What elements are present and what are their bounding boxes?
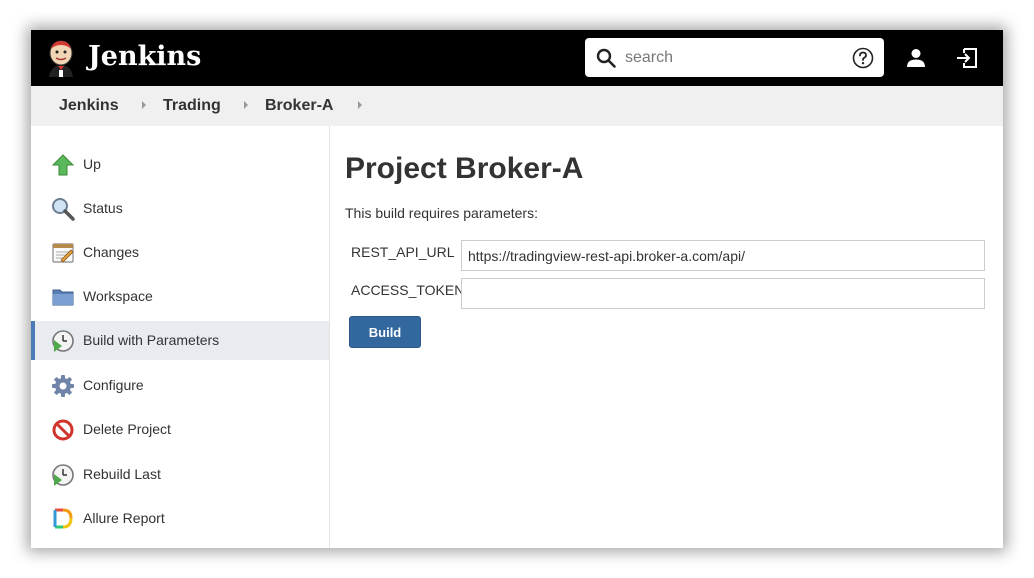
sidebar-item-allure-report[interactable]: Allure Report: [31, 499, 329, 538]
sidebar-item-label: Status: [83, 200, 123, 216]
sidebar-item-changes[interactable]: Changes: [31, 233, 329, 272]
breadcrumb: Jenkins Trading Broker-A: [31, 86, 1003, 126]
clock-play-icon: [52, 330, 74, 352]
sidebar-item-build-with-parameters[interactable]: Build with Parameters: [31, 321, 329, 360]
clock-play-icon: [52, 464, 74, 486]
gear-icon: [52, 375, 74, 397]
magnifier-icon: [52, 198, 75, 221]
breadcrumb-item-trading[interactable]: Trading: [163, 96, 221, 116]
sidebar-item-label: Allure Report: [83, 510, 165, 526]
sidebar-item-up[interactable]: Up: [31, 145, 329, 184]
sidebar-item-label: Rebuild Last: [83, 466, 161, 482]
sidebar-item-configure[interactable]: Configure: [31, 366, 329, 405]
jenkins-logo-icon[interactable]: [45, 39, 77, 77]
breadcrumb-separator-icon[interactable]: [244, 101, 248, 109]
breadcrumb-separator-icon[interactable]: [142, 101, 146, 109]
up-arrow-icon: [51, 154, 75, 176]
breadcrumb-item-broker-a[interactable]: Broker-A: [265, 96, 333, 116]
param-label-rest-api-url: REST_API_URL: [351, 244, 455, 260]
brand-name[interactable]: Jenkins: [88, 39, 201, 75]
sidebar-item-label: Up: [83, 156, 101, 172]
no-entry-icon: [52, 419, 74, 441]
search-icon: [596, 48, 616, 68]
search-input[interactable]: [625, 45, 835, 71]
notepad-icon: [52, 243, 74, 263]
help-icon[interactable]: [852, 47, 874, 69]
sidebar-item-status[interactable]: Status: [31, 189, 329, 228]
sidebar-item-label: Workspace: [83, 288, 153, 304]
sidebar-item-label: Build with Parameters: [83, 332, 220, 348]
sidebar-item-workspace[interactable]: Workspace: [31, 277, 329, 316]
parameters-description: This build requires parameters:: [345, 205, 538, 221]
main-content: Project Broker-A This build requires par…: [330, 126, 1003, 548]
breadcrumb-item-jenkins[interactable]: Jenkins: [59, 96, 119, 116]
search-box: [585, 38, 884, 77]
page-header: Jenkins: [31, 30, 1003, 86]
allure-icon: [53, 508, 73, 529]
folder-icon: [52, 289, 74, 306]
sidebar-item-delete-project[interactable]: Delete Project: [31, 410, 329, 449]
sidebar: Up Status Changes Workspace Build with P…: [31, 126, 330, 548]
breadcrumb-separator-icon[interactable]: [358, 101, 362, 109]
sidebar-item-rebuild-last[interactable]: Rebuild Last: [31, 455, 329, 494]
page-title: Project Broker-A: [345, 152, 584, 185]
sidebar-item-label: Changes: [83, 244, 140, 260]
build-button[interactable]: Build: [349, 316, 421, 348]
logout-icon[interactable]: [955, 46, 979, 70]
jenkins-window: Jenkins Jenkins Trading: [31, 30, 1003, 548]
access-token-field[interactable]: [461, 278, 985, 309]
rest-api-url-field[interactable]: [461, 240, 985, 271]
user-icon[interactable]: [904, 46, 928, 70]
sidebar-item-label: Delete Project: [83, 421, 171, 437]
param-label-access-token: ACCESS_TOKEN: [351, 282, 465, 298]
sidebar-item-label: Configure: [83, 377, 144, 393]
